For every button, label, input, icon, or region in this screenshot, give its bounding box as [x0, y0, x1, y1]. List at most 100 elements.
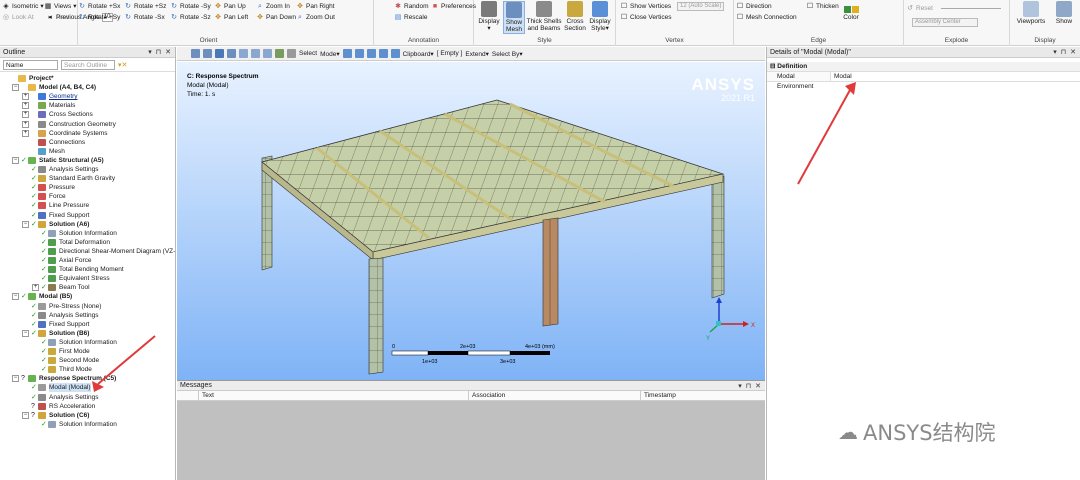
details-value[interactable]: Modal — [831, 72, 852, 81]
tree-node[interactable]: + Geometry — [22, 92, 78, 101]
column-association[interactable]: Association — [469, 391, 641, 400]
tree-node[interactable]: ✓ Axial Force — [32, 256, 92, 265]
tree-node[interactable]: Project* — [2, 74, 54, 83]
tree-node[interactable]: ✓ Directional Shear-Moment Diagram (VZ- — [32, 247, 175, 256]
orient-pan-up-button[interactable]: ✥ Pan Up — [214, 1, 246, 12]
tree-node[interactable]: − ✓ Static Structural (A5) — [12, 156, 104, 165]
expand-toggle-icon[interactable]: + — [22, 111, 29, 119]
vertex-scale-combo[interactable]: 12 (Auto Scale) — [677, 2, 725, 11]
display-button[interactable]: Display ▾ — [478, 1, 500, 32]
filter-dropdown-icon[interactable]: ▾✕ — [118, 61, 127, 69]
tree-node[interactable]: −? Solution (C6) — [22, 411, 89, 420]
edge-color-button[interactable]: Color — [840, 6, 862, 21]
tree-node[interactable]: −? Response Spectrum (C5) — [12, 374, 116, 383]
tree-node[interactable]: + ✓ Beam Tool — [32, 283, 90, 292]
tree-node[interactable]: − ✓ Solution (B6) — [22, 329, 89, 338]
expand-toggle-icon[interactable]: + — [22, 120, 29, 128]
tree-node[interactable]: ✓ Line Pressure — [22, 201, 89, 210]
thicken-toggle[interactable]: ☐ Thicken — [806, 1, 839, 12]
cross-section-button[interactable]: Cross Section — [564, 1, 586, 32]
expand-toggle-icon[interactable]: + — [22, 129, 29, 137]
fit-icon[interactable] — [215, 49, 224, 58]
expand-toggle-icon[interactable]: − — [12, 84, 19, 92]
isometric-button[interactable]: ◈ Isometric ▾ — [2, 1, 43, 12]
expand-toggle-icon[interactable]: − — [22, 329, 29, 337]
tree-node[interactable]: ✓ Analysis Settings — [22, 165, 99, 174]
orient-zoom-out-button[interactable]: ⌕ Zoom Out — [296, 12, 335, 23]
mode-dropdown[interactable]: Mode▾ — [320, 50, 340, 58]
tree-node[interactable]: ✓ Pre-Stress (None) — [22, 302, 101, 311]
viewports-button[interactable]: Viewports — [1013, 1, 1049, 25]
previous-view-icon[interactable] — [251, 49, 260, 58]
explode-center-combo[interactable]: Assembly Center — [912, 17, 978, 28]
select-face-icon[interactable] — [366, 49, 376, 58]
tree-node[interactable]: + Materials — [22, 101, 75, 110]
preferences-button[interactable]: ■ Preferences — [431, 1, 476, 12]
tree-node[interactable]: ✓ Force — [22, 192, 66, 201]
tree-node[interactable]: ✓ Second Mode — [32, 356, 99, 365]
zoom-box-icon[interactable] — [203, 49, 212, 58]
explode-slider[interactable] — [940, 8, 1001, 9]
look-at-button[interactable]: ◎ Look At — [2, 12, 34, 23]
expand-toggle-icon[interactable]: − — [22, 220, 29, 228]
previous-button[interactable]: ◂ Previous — [46, 12, 81, 23]
mesh-connection-toggle[interactable]: ☐ Mesh Connection — [736, 12, 797, 23]
tree-node[interactable]: Connections — [22, 138, 85, 147]
show-mesh-button[interactable]: Show Mesh — [503, 1, 525, 34]
close-vertices-toggle[interactable]: ☐ Close Vertices — [620, 12, 672, 23]
details-row-modal-environment[interactable]: Modal Environment Modal — [767, 72, 1080, 90]
tree-node[interactable]: ? RS Acceleration — [22, 402, 95, 411]
zoom-icon[interactable] — [191, 49, 200, 58]
tree-node[interactable]: + Construction Geometry — [22, 120, 116, 129]
expand-toggle-icon[interactable]: − — [22, 411, 29, 419]
tree-node[interactable]: + Coordinate Systems — [22, 129, 108, 138]
orient-pan-right-button[interactable]: ✥ Pan Right — [296, 1, 334, 12]
magnifier-icon[interactable] — [239, 49, 248, 58]
tree-node[interactable]: − Model (A4, B4, C4) — [12, 83, 96, 92]
show-button[interactable]: Show — [1052, 1, 1076, 25]
tree-node[interactable]: Mesh — [22, 147, 65, 156]
tree-node[interactable]: ✓ Fixed Support — [22, 211, 89, 220]
tree-node[interactable]: + Cross Sections — [22, 110, 93, 119]
tree-node[interactable]: ✓ Analysis Settings — [22, 311, 99, 320]
orient-zoom-in-button[interactable]: ⌕ Zoom In — [256, 1, 290, 12]
zoom-to-fit-icon[interactable] — [227, 49, 236, 58]
show-vertices-toggle[interactable]: ☐ Show Vertices 12 (Auto Scale) — [620, 1, 725, 12]
select-vertex-icon[interactable] — [342, 49, 352, 58]
tree-node[interactable]: ✓ Standard Earth Gravity — [22, 174, 115, 183]
select-edge-icon[interactable] — [354, 49, 364, 58]
outline-search-input[interactable]: Search Outline — [61, 59, 115, 70]
orient-rotate-sx-button[interactable]: ↻ Rotate -Sx — [124, 12, 165, 23]
tree-node[interactable]: ✓ Total Deformation — [32, 238, 110, 247]
tree-node[interactable]: ✓ Modal (Modal) — [22, 383, 91, 393]
pin-icon[interactable]: ▾ ⊓ ✕ — [148, 48, 172, 56]
expand-toggle-icon[interactable]: + — [22, 102, 29, 110]
tree-node[interactable]: − ✓ Solution (A6) — [22, 220, 89, 229]
tree-node[interactable]: ✓ Third Mode — [32, 365, 92, 374]
orient-rotate-sz-button[interactable]: ↻ Rotate +Sz — [124, 1, 166, 12]
pin-icon[interactable]: ▾ ⊓ ✕ — [738, 382, 762, 390]
extend-dropdown[interactable]: Extend▾ — [465, 50, 489, 58]
next-view-icon[interactable] — [263, 49, 272, 58]
display-style-button[interactable]: Display Style▾ — [588, 1, 612, 32]
triad-icon[interactable] — [275, 49, 284, 58]
select-node-icon[interactable] — [390, 49, 400, 58]
select-by-dropdown[interactable]: Select By▾ — [492, 50, 523, 58]
tree-node[interactable]: ✓ Pressure — [22, 183, 75, 192]
tree-node[interactable]: ✓ Solution Information — [32, 229, 117, 238]
pin-icon[interactable]: ▾ ⊓ ✕ — [1053, 48, 1077, 56]
rescale-button[interactable]: ▤ Rescale — [394, 12, 428, 23]
direction-toggle[interactable]: ☐ Direction — [736, 1, 772, 12]
orient-pan-left-button[interactable]: ✥ Pan Left — [214, 12, 248, 23]
tree-node[interactable]: ✓ Solution Information — [32, 338, 117, 347]
expand-toggle-icon[interactable]: + — [32, 284, 39, 292]
column-text[interactable]: Text — [199, 391, 469, 400]
orient-rotate-sy-button[interactable]: ↻ Rotate +Sy — [78, 12, 120, 23]
orient-rotate-sy-button[interactable]: ↻ Rotate -Sy — [170, 1, 211, 12]
tree-node[interactable]: ✓ First Mode — [32, 347, 90, 356]
rotate-icon[interactable] — [287, 49, 296, 58]
tree-node[interactable]: ✓ Fixed Support — [22, 320, 89, 329]
expand-toggle-icon[interactable]: − — [12, 375, 19, 383]
orient-rotate-sx-button[interactable]: ↻ Rotate +Sx — [78, 1, 120, 12]
outline-filter-select[interactable]: Name — [3, 59, 58, 70]
